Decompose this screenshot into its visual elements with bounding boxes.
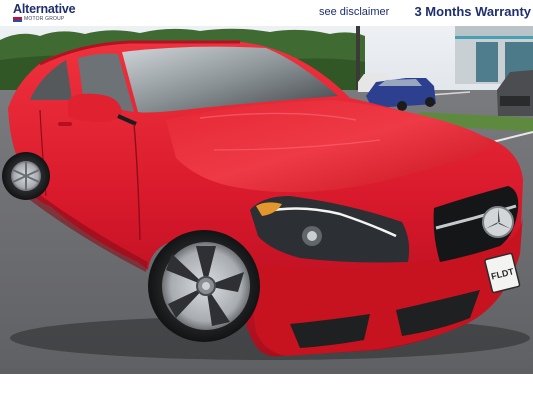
building-band	[455, 26, 533, 36]
footer-bar	[0, 374, 533, 400]
listing-photo-frame: Alternative MOTOR GROUP see disclaimer 3…	[0, 0, 533, 400]
header-bar: Alternative MOTOR GROUP see disclaimer 3…	[0, 0, 533, 27]
logo-subtext: MOTOR GROUP	[24, 16, 65, 22]
bg-car-wheel	[425, 97, 435, 107]
bg-car-wheel	[397, 101, 407, 111]
vehicle-photo-svg: FLDT	[0, 26, 533, 374]
dealer-logo[interactable]: Alternative MOTOR GROUP	[13, 3, 77, 23]
logo-subline: MOTOR GROUP	[13, 16, 64, 22]
vehicle-photo: FLDT	[0, 26, 533, 374]
warranty-badge: 3 Months Warranty	[414, 4, 531, 19]
disclaimer-link[interactable]: see disclaimer	[319, 6, 389, 19]
building-trim	[455, 36, 533, 39]
flag-icon	[13, 16, 22, 22]
headlight-projector	[307, 231, 317, 241]
building-window	[476, 42, 498, 82]
wheel-hub-logo	[202, 282, 210, 290]
bg-car-grey-grille	[500, 96, 530, 106]
door-handle	[58, 122, 72, 126]
logo-text: Alternative	[13, 2, 76, 16]
